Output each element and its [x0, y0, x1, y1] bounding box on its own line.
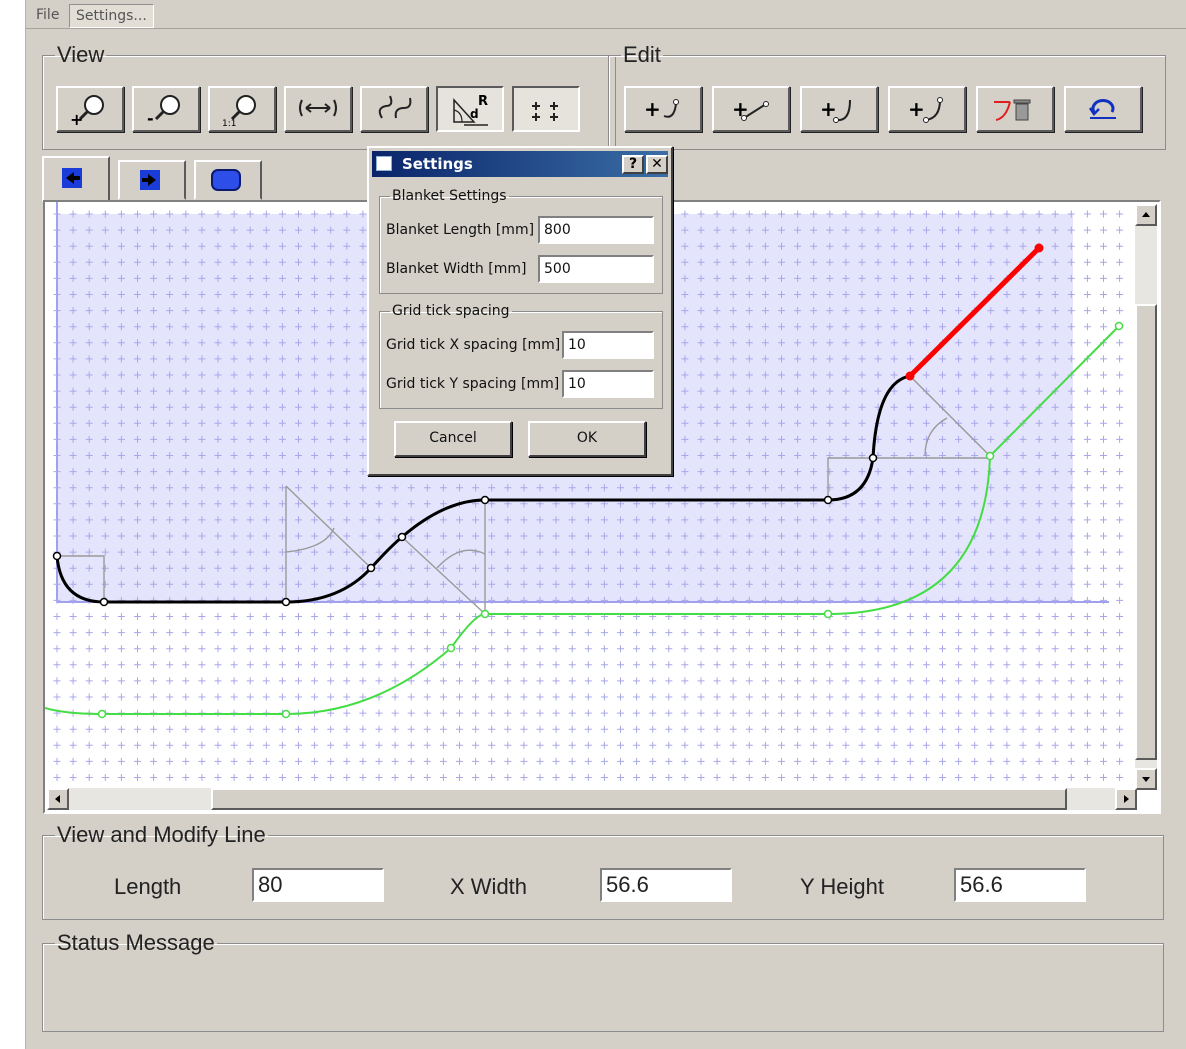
horizontal-scroll-thumb[interactable]: [211, 788, 1067, 810]
svg-text:+: +: [820, 97, 837, 121]
grid-x-spacing-input[interactable]: 10: [562, 331, 654, 359]
close-button[interactable]: ✕: [646, 155, 668, 174]
undo-button[interactable]: [1064, 86, 1142, 132]
arrow-right-small-icon: [1124, 795, 1129, 803]
view-modify-line-legend: View and Modify Line: [57, 822, 266, 847]
svg-text:+: +: [644, 97, 661, 121]
add-curve-end-icon: +: [644, 97, 679, 121]
zoom-in-button[interactable]: +: [56, 86, 124, 132]
blanket-width-input[interactable]: 500: [538, 255, 654, 283]
svg-text:d: d: [470, 107, 479, 121]
svg-text:+: +: [908, 97, 925, 121]
grid-y-spacing-input[interactable]: 10: [562, 370, 654, 398]
rounded-rect-icon: [211, 169, 241, 191]
add-line-segment-button[interactable]: +: [712, 86, 790, 132]
add-line-segment-icon: +: [732, 97, 769, 121]
menu-bar: File Settings...: [26, 0, 1186, 29]
add-curve-start-icon: +: [820, 97, 851, 123]
arrow-right-icon: [140, 170, 160, 190]
tab-left[interactable]: [42, 156, 110, 202]
x-width-field[interactable]: 56.6: [600, 868, 732, 902]
window-icon: [376, 156, 392, 171]
status-message-group: Status Message: [42, 930, 1164, 1032]
scroll-up-button[interactable]: [1135, 204, 1157, 226]
add-curve-button[interactable]: +: [888, 86, 966, 132]
svg-text:R: R: [478, 94, 488, 109]
blanket-length-input[interactable]: 800: [538, 216, 654, 244]
fit-curve-icon: [378, 95, 412, 119]
grid-toggle-button[interactable]: [512, 86, 580, 132]
delete-segment-button[interactable]: [976, 86, 1054, 132]
blanket-settings-legend: Blanket Settings: [392, 188, 507, 204]
arrow-left-icon: [62, 168, 82, 188]
edit-group-legend: Edit: [623, 42, 661, 67]
y-height-field[interactable]: 56.6: [954, 868, 1086, 902]
arrow-left-small-icon: [55, 795, 60, 803]
svg-text:-: -: [147, 109, 154, 128]
fit-width-button[interactable]: [284, 86, 352, 132]
blanket-width-label: Blanket Width [mm]: [386, 261, 527, 277]
vertical-scrollbar[interactable]: [1135, 204, 1157, 790]
vertical-scroll-thumb[interactable]: [1135, 304, 1157, 760]
selected-segment-end-node[interactable]: [1034, 243, 1044, 253]
scroll-down-button[interactable]: [1135, 768, 1157, 790]
x-width-label: X Width: [450, 874, 528, 899]
y-height-label: Y Height: [800, 874, 884, 899]
add-curve-end-button[interactable]: +: [624, 86, 702, 132]
grid-y-spacing-label: Grid tick Y spacing [mm]: [386, 376, 560, 392]
grid-toggle-icon: [532, 102, 558, 121]
length-label: Length: [114, 874, 182, 899]
blanket-length-label: Blanket Length [mm]: [386, 222, 535, 238]
zoom-1-1-button[interactable]: 1:1: [208, 86, 276, 132]
zoom-out-button[interactable]: -: [132, 86, 200, 132]
arrow-up-icon: [1142, 212, 1150, 217]
settings-dialog: Settings ? ✕ Blanket Settings Blanket Le…: [367, 146, 673, 476]
scroll-left-button[interactable]: [47, 788, 69, 810]
svg-text:1:1: 1:1: [222, 119, 236, 129]
tab-right[interactable]: [118, 160, 186, 200]
menu-settings[interactable]: Settings...: [69, 4, 154, 28]
dimension-angle-button[interactable]: R d: [436, 86, 504, 132]
cancel-button[interactable]: Cancel: [394, 421, 512, 457]
help-button[interactable]: ?: [622, 155, 644, 174]
fit-width-icon: [299, 99, 337, 117]
menu-file[interactable]: File: [30, 4, 65, 26]
delete-segment-icon: [994, 99, 1031, 121]
fit-curve-button[interactable]: [360, 86, 428, 132]
arrow-down-icon: [1142, 777, 1150, 782]
svg-text:+: +: [70, 110, 83, 129]
add-curve-icon: +: [908, 97, 943, 123]
tab-shape[interactable]: [194, 160, 262, 200]
zoom-in-icon: +: [70, 95, 104, 129]
dialog-titlebar[interactable]: Settings ? ✕: [372, 151, 668, 177]
selected-segment-start-node[interactable]: [905, 371, 915, 381]
view-group-legend: View: [57, 42, 105, 67]
zoom-out-icon: -: [147, 95, 180, 128]
ok-button[interactable]: OK: [528, 421, 646, 457]
zoom-1-1-icon: 1:1: [222, 95, 256, 129]
scroll-right-button[interactable]: [1115, 788, 1137, 810]
grid-tick-spacing-legend: Grid tick spacing: [392, 303, 510, 319]
status-message-legend: Status Message: [57, 930, 215, 955]
add-curve-start-button[interactable]: +: [800, 86, 878, 132]
horizontal-scrollbar[interactable]: [47, 788, 1137, 810]
length-field[interactable]: 80: [252, 868, 384, 902]
grid-x-spacing-label: Grid tick X spacing [mm]: [386, 337, 561, 353]
dialog-title: Settings: [402, 155, 473, 173]
dimension-angle-icon: R d: [453, 94, 488, 126]
undo-icon: [1088, 99, 1116, 119]
